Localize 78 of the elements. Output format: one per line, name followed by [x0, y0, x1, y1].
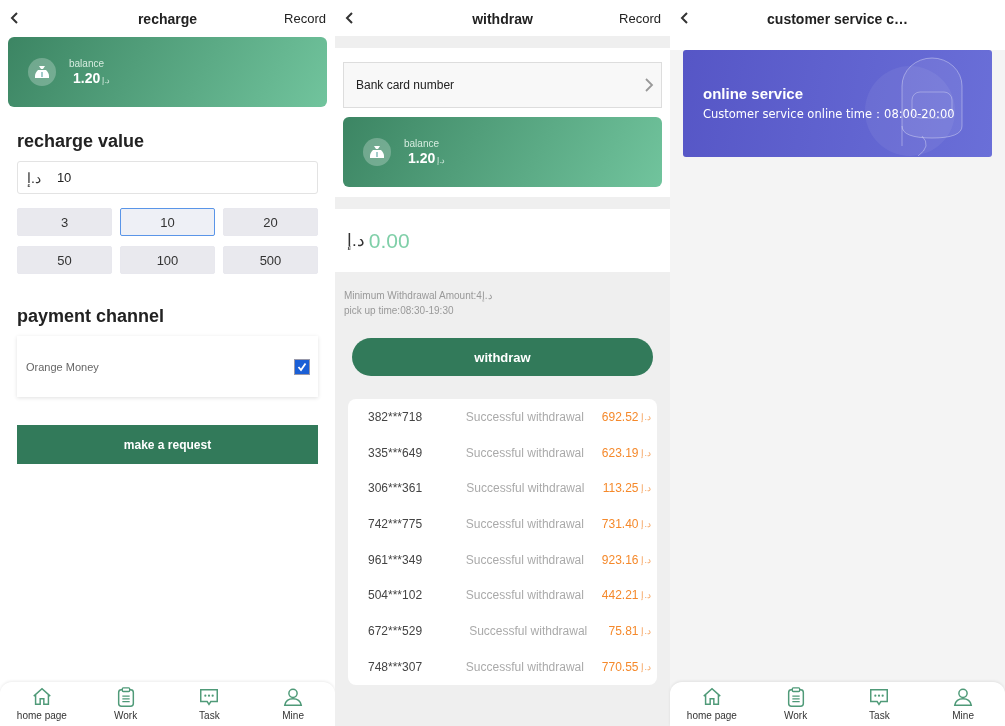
home-icon	[700, 686, 723, 708]
submit-button[interactable]: make a request	[17, 425, 318, 464]
person-icon	[952, 686, 975, 708]
currency-label: د.إ	[641, 483, 651, 494]
amount-text: 692.52	[601, 409, 639, 424]
card-subtitle: Customer service online time：08:00-20:00	[703, 107, 956, 122]
status-text: Successful withdrawal	[468, 623, 589, 638]
page-title: withdraw	[472, 11, 533, 27]
currency-label: د.إ	[641, 661, 651, 672]
balance-label: balance	[404, 138, 441, 149]
tab-bar-item[interactable]: home page	[0, 682, 84, 726]
tab-bar-item[interactable]: Task	[837, 682, 922, 726]
chat-icon	[198, 686, 221, 708]
withdraw-button[interactable]: withdraw	[352, 338, 653, 376]
card-title: online service	[703, 85, 805, 102]
currency-label: د.إ	[641, 518, 651, 529]
info-text: Minimum Withdrawal Amount:4د.إ	[344, 290, 493, 301]
status-text: Successful withdrawal	[464, 445, 585, 460]
tab-bar-item[interactable]: home page	[670, 682, 754, 726]
tab-bar-item[interactable]: Work	[83, 682, 168, 726]
home-icon	[30, 686, 53, 708]
account-number: 306***361	[368, 481, 424, 496]
info-text: pick up time:08:30-19:30	[344, 305, 455, 316]
amount-text: 75.81	[608, 623, 639, 638]
amount-text: 623.19	[601, 445, 639, 460]
account-number: 504***102	[368, 588, 424, 603]
tab-bar-item[interactable]: Mine	[921, 682, 1005, 726]
amount-text: 113.25	[602, 481, 639, 496]
page-title: recharge	[137, 11, 198, 27]
amount-text: 770.55	[601, 659, 639, 674]
amount-text: 923.16	[601, 552, 639, 567]
checkbox[interactable]	[294, 358, 310, 375]
account-number: 672***529	[368, 623, 424, 638]
record-link[interactable]: Record	[619, 10, 661, 26]
currency-label: د.إ	[641, 590, 651, 601]
amount-option[interactable]: 50	[17, 246, 112, 274]
bank-card-selector[interactable]: Bank card number	[343, 62, 662, 108]
amount-option[interactable]: 10	[120, 208, 215, 236]
amount-option[interactable]: 500	[223, 246, 318, 274]
balance-amount: 1.20	[73, 70, 101, 86]
money-bag-icon	[363, 138, 391, 166]
status-text: Successful withdrawal	[465, 481, 586, 496]
tab-bar-item[interactable]: Work	[753, 682, 838, 726]
amount-option[interactable]: 20	[223, 208, 318, 236]
section-heading: recharge value	[17, 131, 146, 152]
service-card[interactable]: online service Customer service online time：08:00-20:00	[683, 50, 992, 157]
account-number: 382***718	[368, 409, 424, 424]
currency-label: د.إ	[102, 76, 111, 85]
status-text: Successful withdrawal	[464, 552, 585, 567]
page-title: customer service c…	[767, 11, 908, 27]
status-text: Successful withdrawal	[464, 409, 585, 424]
chat-icon	[868, 686, 891, 708]
account-number: 748***307	[368, 659, 424, 674]
section-heading: payment channel	[17, 306, 166, 327]
currency-label: د.إ	[641, 447, 651, 458]
tab-bar-item[interactable]: Task	[167, 682, 252, 726]
amount-option[interactable]: 100	[120, 246, 215, 274]
account-number: 961***349	[368, 552, 424, 567]
amount-option[interactable]: 3	[17, 208, 112, 236]
person-icon	[282, 686, 305, 708]
payment-option-label: Orange Money	[26, 360, 99, 373]
record-link[interactable]: Record	[284, 10, 326, 26]
currency-label: د.إ	[641, 554, 651, 565]
currency-label: د.إ	[437, 156, 446, 165]
account-number: 742***775	[368, 516, 424, 531]
chevron-right-icon	[643, 77, 655, 93]
currency-label: د.إ	[641, 625, 651, 636]
status-text: Successful withdrawal	[464, 659, 585, 674]
status-text: Successful withdrawal	[464, 516, 585, 531]
tab-bar-item[interactable]: Mine	[251, 682, 335, 726]
money-bag-icon	[28, 58, 56, 86]
currency-label: د.إ	[641, 411, 651, 422]
amount-text: 731.40	[601, 516, 639, 531]
status-text: Successful withdrawal	[464, 588, 585, 603]
balance-amount: 1.20	[408, 150, 436, 166]
account-number: 335***649	[368, 445, 424, 460]
amount-text: 442.21	[601, 588, 639, 603]
balance-label: balance	[69, 58, 106, 69]
